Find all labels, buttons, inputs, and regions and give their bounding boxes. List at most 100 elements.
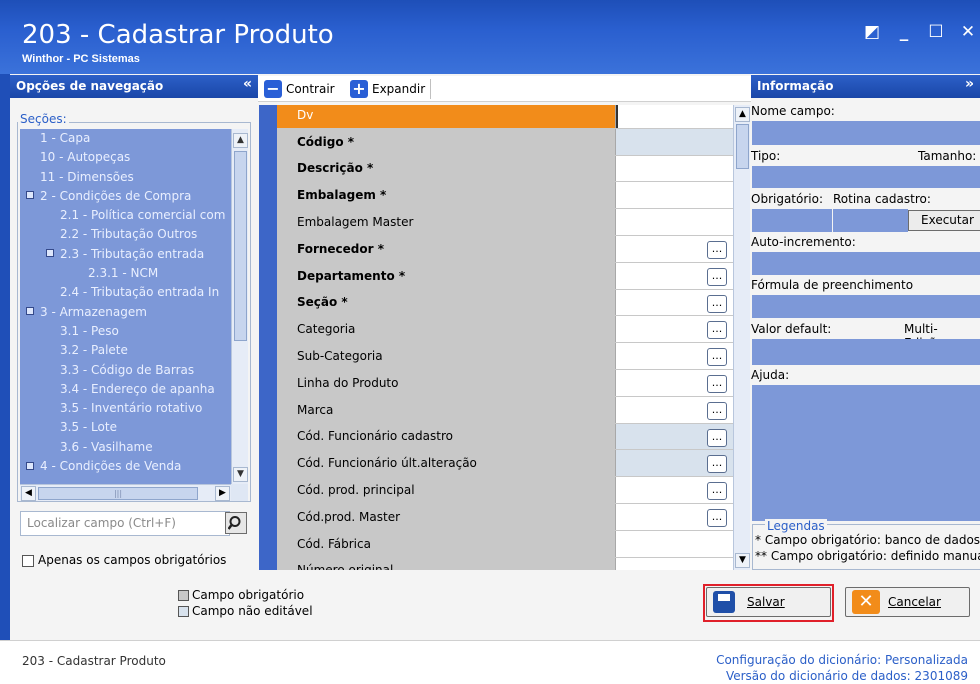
restore-icon[interactable]: ◩ [864, 22, 880, 42]
lookup-button[interactable]: ... [707, 375, 727, 393]
field-row[interactable]: Categoria... [277, 316, 733, 344]
collapse-node-icon[interactable] [26, 461, 34, 470]
field-row[interactable]: Cód. prod. principal... [277, 477, 733, 504]
field-value-input[interactable] [616, 155, 733, 182]
field-row[interactable]: Descrição * [277, 155, 733, 183]
tree-item[interactable]: 2.3 - Tributação entrada [20, 245, 231, 264]
search-field-input[interactable]: Localizar campo (Ctrl+F) [20, 511, 230, 536]
collapse-node-icon[interactable] [46, 249, 54, 258]
collapse-node-icon[interactable] [26, 191, 34, 200]
scroll-down-icon[interactable]: ▼ [233, 467, 248, 482]
scroll-left-icon[interactable]: ◀ [21, 486, 36, 501]
field-value-input[interactable]: ... [616, 423, 733, 450]
expand-button[interactable]: + Expandir [350, 80, 425, 98]
lookup-button[interactable]: ... [707, 509, 727, 527]
field-row[interactable]: Embalagem * [277, 182, 733, 210]
tree-item[interactable]: 3.4 - Endereço de apanha [20, 380, 231, 399]
tree-item[interactable]: 2.4 - Tributação entrada In [20, 283, 231, 302]
field-value-input[interactable]: ... [616, 316, 733, 343]
tree-item[interactable]: 11 - Dimensões [20, 168, 231, 187]
field-value-input[interactable] [616, 182, 733, 209]
lookup-button[interactable]: ... [707, 348, 727, 367]
field-row[interactable]: Embalagem Master [277, 209, 733, 236]
lookup-button[interactable]: ... [707, 267, 727, 286]
tree-vertical-scrollbar[interactable]: ▲ ▼ [231, 129, 248, 484]
scroll-thumb[interactable] [736, 124, 749, 169]
field-label: Cód. Funcionário cadastro [277, 423, 616, 450]
field-row[interactable]: Número original [277, 557, 733, 570]
field-value-input[interactable]: ... [616, 477, 733, 503]
tree-item[interactable]: 3.6 - Vasilhame [20, 438, 231, 457]
field-row[interactable]: Sub-Categoria... [277, 343, 733, 370]
field-label: Departamento * [277, 262, 616, 289]
tree-item[interactable]: 2 - Condições de Compra [20, 187, 231, 206]
scroll-up-icon[interactable]: ▲ [233, 133, 248, 148]
field-row[interactable]: Linha do Produto... [277, 370, 733, 397]
lookup-button[interactable]: ... [707, 241, 727, 259]
tree-item[interactable]: 2.3.1 - NCM [20, 264, 231, 283]
hscroll-thumb[interactable]: ||| [38, 487, 198, 500]
field-value-input[interactable]: ... [616, 504, 733, 530]
search-button[interactable] [225, 512, 247, 534]
tree-item[interactable]: 4 - Condições de Venda [20, 457, 231, 476]
collapse-node-icon[interactable] [26, 307, 34, 316]
field-value-input[interactable] [616, 209, 733, 235]
close-icon[interactable]: ✕ [960, 22, 976, 42]
field-value-input[interactable]: ... [616, 289, 733, 316]
tree-item[interactable]: 1 - Capa [20, 129, 231, 148]
field-value-input[interactable] [616, 105, 733, 128]
minimize-icon[interactable]: _ [896, 22, 912, 42]
scroll-down-icon[interactable]: ▼ [735, 553, 750, 568]
lookup-button[interactable]: ... [707, 294, 727, 313]
execute-button[interactable]: Executar [908, 210, 980, 231]
lookup-button[interactable]: ... [707, 321, 727, 340]
field-row[interactable]: Cód.prod. Master... [277, 504, 733, 531]
field-row[interactable]: Departamento *... [277, 262, 733, 290]
field-row[interactable]: Código * [277, 128, 733, 156]
collapse-panel-icon[interactable]: « [243, 73, 252, 96]
field-row[interactable]: Cód. Fábrica [277, 530, 733, 558]
field-row[interactable]: Fornecedor *... [277, 236, 733, 263]
save-button[interactable]: Salvar [706, 587, 831, 617]
tree-item[interactable]: 3 - Armazenagem [20, 303, 231, 322]
maximize-icon[interactable]: ☐ [928, 22, 944, 42]
field-row[interactable]: Marca... [277, 396, 733, 424]
field-value-input[interactable]: ... [616, 262, 733, 289]
expand-panel-icon[interactable]: » [965, 73, 974, 96]
field-value-input[interactable] [616, 128, 733, 155]
collapse-button[interactable]: − Contrair [264, 80, 335, 98]
checkbox-box[interactable] [22, 554, 34, 567]
lookup-button[interactable]: ... [707, 482, 727, 501]
field-value-input[interactable]: ... [616, 343, 733, 369]
field-row[interactable]: Seção *... [277, 289, 733, 317]
field-row[interactable]: Dv [277, 105, 733, 129]
field-row[interactable]: Cód. Funcionário últ.alteração... [277, 450, 733, 478]
sections-tree[interactable]: 1 - Capa 10 - Autopeças 11 - Dimensões 2 - … [20, 129, 231, 484]
scroll-right-icon[interactable]: ▶ [215, 486, 230, 501]
tree-item[interactable]: 3.5 - Inventário rotativo [20, 399, 231, 418]
lookup-button[interactable]: ... [707, 401, 727, 420]
field-value-input[interactable]: ... [616, 370, 733, 396]
scroll-up-icon[interactable]: ▲ [735, 107, 750, 122]
tree-item[interactable]: 10 - Autopeças [20, 148, 231, 167]
cancel-button[interactable]: ✕ Cancelar [845, 587, 970, 617]
lookup-button[interactable]: ... [707, 455, 727, 474]
tree-item[interactable]: 3.1 - Peso [20, 322, 231, 341]
tree-horizontal-scrollbar[interactable]: ◀ ||| ▶ [20, 484, 231, 501]
field-value-input[interactable] [616, 530, 733, 557]
only-required-checkbox[interactable]: Apenas os campos obrigatórios [22, 553, 226, 567]
tree-item[interactable]: 3.2 - Palete [20, 341, 231, 360]
field-row[interactable]: Cód. Funcionário cadastro... [277, 423, 733, 451]
tree-item[interactable]: 2.1 - Política comercial com [20, 206, 231, 225]
field-value-input[interactable] [616, 557, 733, 570]
tree-item-label: 11 - Dimensões [40, 169, 134, 184]
field-value-input[interactable]: ... [616, 396, 733, 423]
tree-item[interactable]: 3.3 - Código de Barras [20, 361, 231, 380]
scroll-thumb[interactable] [234, 151, 247, 341]
field-value-input[interactable]: ... [616, 450, 733, 477]
field-value-input[interactable]: ... [616, 236, 733, 262]
lookup-button[interactable]: ... [707, 428, 727, 447]
tree-item[interactable]: 2.2 - Tributação Outros [20, 225, 231, 244]
tree-item[interactable]: 3.5 - Lote [20, 418, 231, 437]
grid-vertical-scrollbar[interactable]: ▲ ▼ [733, 105, 750, 570]
